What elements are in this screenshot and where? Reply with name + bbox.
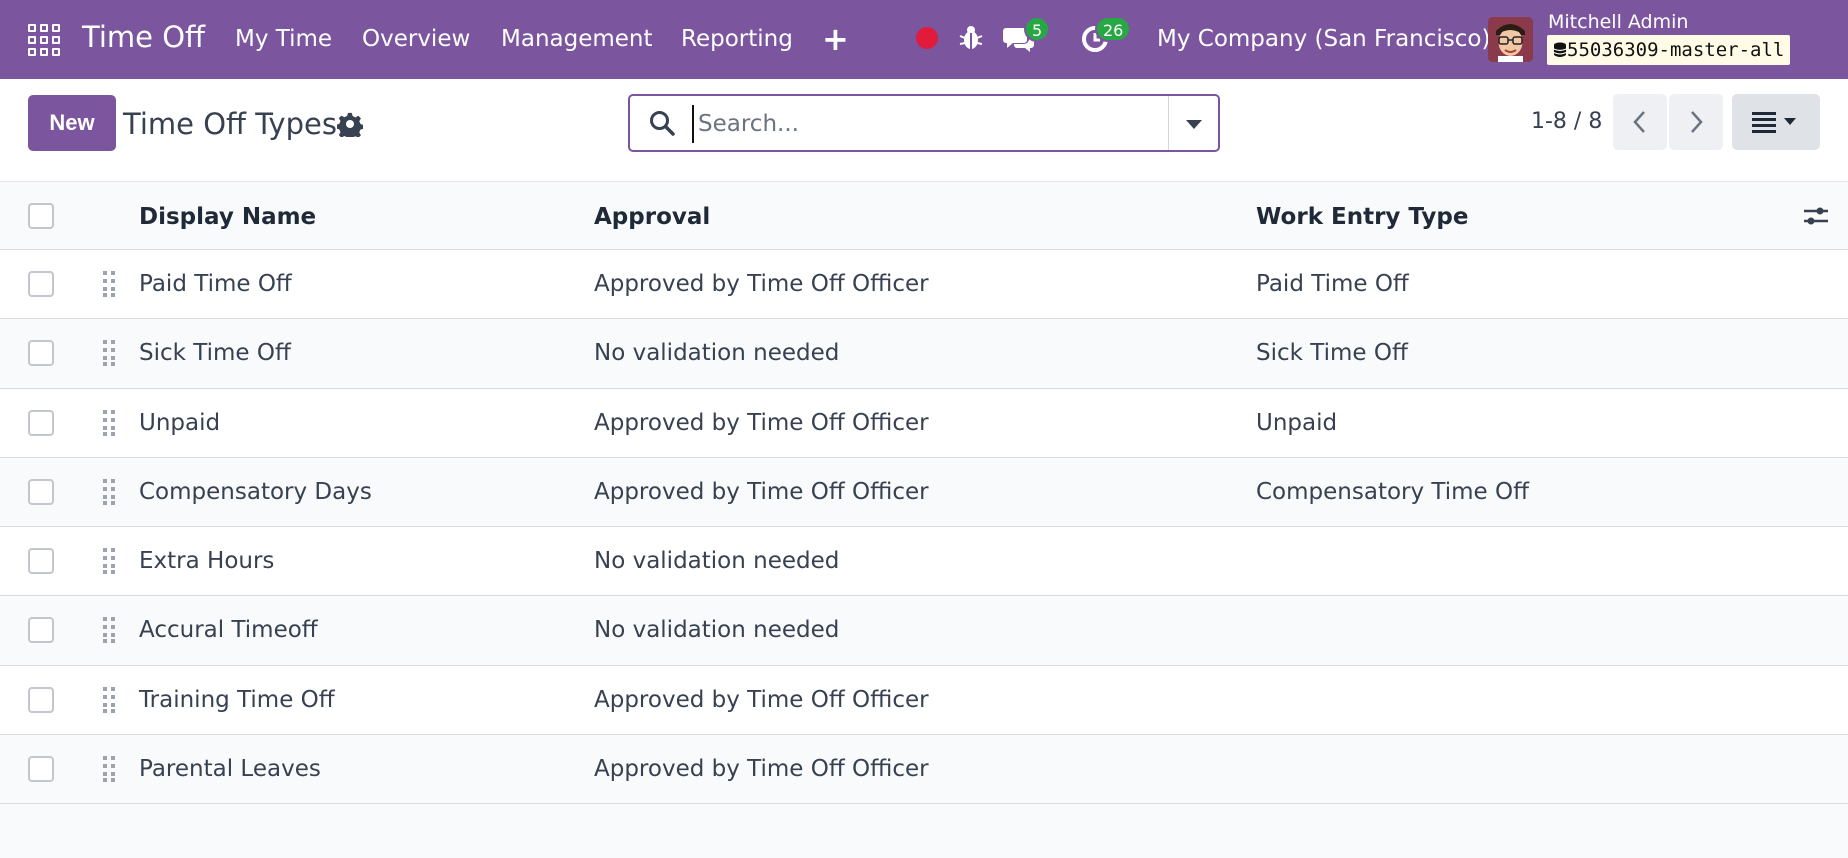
cell-display-name: Training Time Off xyxy=(139,686,335,713)
table-row[interactable]: Training Time Off Approved by Time Off Of… xyxy=(0,665,1848,736)
table-row[interactable]: Parental Leaves Approved by Time Off Offi… xyxy=(0,735,1848,805)
row-checkbox[interactable] xyxy=(28,686,54,713)
table-body: Paid Time Off Approved by Time Off Office… xyxy=(0,250,1848,805)
row-checkbox[interactable] xyxy=(28,756,54,783)
cell-approval: Approved by Time Off Officer xyxy=(594,686,929,713)
nav-overview[interactable]: Overview xyxy=(362,26,470,52)
cell-display-name: Extra Hours xyxy=(139,548,275,575)
company-switcher[interactable]: My Company (San Francisco) xyxy=(1157,26,1490,52)
search-icon xyxy=(650,111,675,136)
cell-approval: Approved by Time Off Officer xyxy=(594,478,929,505)
drag-handle-icon[interactable] xyxy=(102,547,116,575)
search-bar xyxy=(628,94,1220,152)
chevron-left-icon xyxy=(1633,111,1645,133)
record-icon[interactable] xyxy=(916,27,938,49)
row-checkbox[interactable] xyxy=(28,340,54,367)
cell-approval: Approved by Time Off Officer xyxy=(594,409,929,436)
table-row[interactable]: Sick Time Off No validation needed Sick Ti… xyxy=(0,319,1848,389)
cell-display-name: Sick Time Off xyxy=(139,340,291,367)
new-button[interactable]: New xyxy=(28,95,116,151)
row-checkbox[interactable] xyxy=(28,478,54,505)
cell-work-entry-type: Sick Time Off xyxy=(1256,340,1408,367)
cell-approval: No validation needed xyxy=(594,548,840,575)
chevron-right-icon xyxy=(1691,111,1703,133)
row-checkbox[interactable] xyxy=(28,409,54,436)
search-options-toggle[interactable] xyxy=(1168,96,1218,150)
column-work-entry-type[interactable]: Work Entry Type xyxy=(1256,204,1468,230)
top-navbar: Time Off My Time Overview Management Rep… xyxy=(0,0,1848,79)
control-panel: New Time Off Types 1-8 / 8 xyxy=(0,79,1848,182)
nav-reporting[interactable]: Reporting xyxy=(681,26,793,52)
messages-badge: 5 xyxy=(1024,16,1051,42)
caret-down-icon xyxy=(1186,120,1202,129)
drag-handle-icon[interactable] xyxy=(102,755,116,783)
bug-icon[interactable] xyxy=(958,24,984,52)
activities-badge: 26 xyxy=(1095,16,1132,42)
cell-approval: No validation needed xyxy=(594,617,840,644)
gear-icon[interactable] xyxy=(337,111,363,137)
list-view-icon xyxy=(1752,112,1796,133)
nav-management[interactable]: Management xyxy=(501,26,653,52)
table-row[interactable]: Accural Timeoff No validation needed xyxy=(0,596,1848,666)
apps-menu-icon[interactable] xyxy=(28,24,60,56)
drag-handle-icon[interactable] xyxy=(102,270,116,298)
cell-work-entry-type: Paid Time Off xyxy=(1256,271,1409,297)
pager-previous-button[interactable] xyxy=(1613,94,1667,150)
database-icon xyxy=(1553,42,1567,57)
cell-display-name: Paid Time Off xyxy=(139,271,292,297)
plus-icon[interactable]: + xyxy=(822,20,849,58)
drag-handle-icon[interactable] xyxy=(102,478,116,506)
table-row[interactable]: Extra Hours No validation needed xyxy=(0,527,1848,597)
user-avatar[interactable] xyxy=(1488,17,1533,62)
cell-display-name: Unpaid xyxy=(139,409,221,436)
column-display-name[interactable]: Display Name xyxy=(139,204,316,230)
cell-display-name: Accural Timeoff xyxy=(139,617,318,644)
drag-handle-icon[interactable] xyxy=(102,686,116,714)
time-off-types-table: Display Name Approval Work Entry Type Pa… xyxy=(0,182,1848,805)
search-input[interactable] xyxy=(692,105,1192,143)
view-switcher-button[interactable] xyxy=(1732,94,1820,150)
cell-display-name: Parental Leaves xyxy=(139,756,321,783)
cell-approval: No validation needed xyxy=(594,340,840,367)
cell-work-entry-type: Unpaid xyxy=(1256,409,1338,436)
pager-value[interactable]: 1-8 / 8 xyxy=(1531,109,1602,134)
cell-work-entry-type: Compensatory Time Off xyxy=(1256,478,1529,505)
database-name: 55036309-master-all xyxy=(1567,39,1785,61)
user-name[interactable]: Mitchell Admin xyxy=(1548,11,1688,33)
cell-display-name: Compensatory Days xyxy=(139,478,372,505)
drag-handle-icon[interactable] xyxy=(102,616,116,644)
database-tag: 55036309-master-all xyxy=(1547,35,1791,65)
page-title: Time Off Types xyxy=(123,107,337,141)
cell-approval: Approved by Time Off Officer xyxy=(594,271,929,297)
table-row[interactable]: Compensatory Days Approved by Time Off Of… xyxy=(0,457,1848,528)
table-header: Display Name Approval Work Entry Type xyxy=(0,182,1848,250)
drag-handle-icon[interactable] xyxy=(102,409,116,437)
optional-columns-icon[interactable] xyxy=(1802,202,1830,230)
cell-approval: Approved by Time Off Officer xyxy=(594,756,929,783)
pager-next-button[interactable] xyxy=(1669,94,1723,150)
row-checkbox[interactable] xyxy=(28,548,54,575)
table-row[interactable]: Paid Time Off Approved by Time Off Office… xyxy=(0,250,1848,320)
app-title[interactable]: Time Off xyxy=(82,20,205,54)
select-all-checkbox[interactable] xyxy=(28,203,54,229)
column-approval[interactable]: Approval xyxy=(594,204,710,230)
row-checkbox[interactable] xyxy=(28,271,54,297)
row-checkbox[interactable] xyxy=(28,617,54,644)
table-row[interactable]: Unpaid Approved by Time Off Officer Unpaid xyxy=(0,388,1848,458)
nav-my-time[interactable]: My Time xyxy=(235,26,332,52)
drag-handle-icon[interactable] xyxy=(102,339,116,367)
